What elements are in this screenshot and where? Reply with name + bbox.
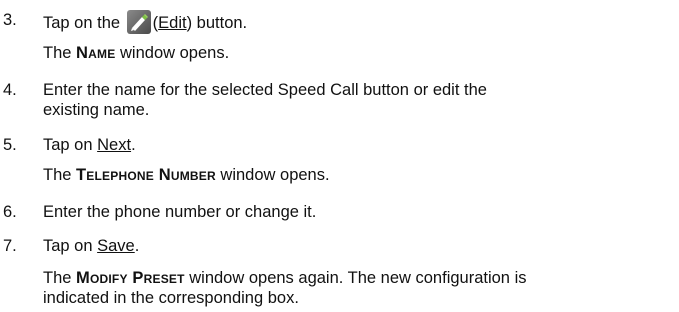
- window-name: Name: [76, 44, 116, 62]
- step-number: 5.: [3, 136, 17, 154]
- result-text-part: The: [43, 166, 77, 184]
- result-text: indicated in the corresponding box.: [43, 289, 299, 307]
- step-text-part: Tap on: [43, 237, 98, 255]
- step-text: Tap on Next.: [43, 135, 136, 155]
- step-text-part: Tap on: [43, 136, 98, 154]
- step-text: existing name.: [43, 101, 150, 119]
- step-text: Tap on Save.: [43, 236, 139, 256]
- step-number: 6.: [3, 203, 17, 221]
- step-text: Tap on the (Edit) button.: [43, 10, 247, 34]
- step-text-part: .: [134, 237, 140, 255]
- result-text-part: The: [43, 269, 77, 287]
- step-text-part: .: [131, 136, 136, 154]
- window-name: Modify Preset: [76, 269, 185, 287]
- result-text: The Name window opens.: [43, 43, 229, 63]
- result-text-part: The: [43, 44, 77, 62]
- save-link[interactable]: Save: [97, 237, 135, 255]
- window-name: Telephone Number: [76, 166, 216, 184]
- pencil-edit-icon: [126, 10, 151, 34]
- step-number: 3.: [3, 11, 17, 29]
- step-text: Enter the name for the selected Speed Ca…: [43, 81, 487, 99]
- result-text-part: window opens.: [215, 166, 330, 184]
- step-number: 4.: [3, 81, 17, 99]
- result-text-part: window opens.: [115, 44, 230, 62]
- next-link[interactable]: Next: [97, 136, 131, 154]
- step-number: 7.: [3, 237, 17, 255]
- result-text: The Telephone Number window opens.: [43, 165, 330, 185]
- result-text: The Modify Preset window opens again. Th…: [43, 268, 526, 288]
- step-text: Enter the phone number or change it.: [43, 203, 317, 221]
- result-text-part: window opens again. The new configuratio…: [184, 269, 527, 287]
- step-text-part: Tap on the: [43, 14, 125, 32]
- edit-link[interactable]: Edit: [158, 14, 186, 32]
- step-text-part: ) button.: [186, 14, 248, 32]
